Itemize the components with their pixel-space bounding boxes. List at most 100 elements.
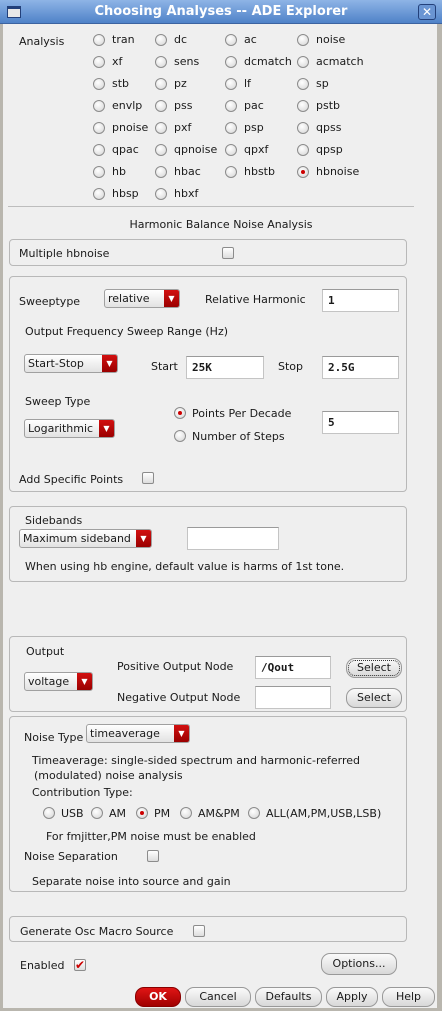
stop-input[interactable]: 2.5G [322,356,399,379]
negative-node-input[interactable] [255,686,331,709]
contribution-radio[interactable] [180,807,192,819]
close-button[interactable]: ✕ [418,4,436,20]
options-button[interactable]: Options... [321,953,397,975]
sweep-type-dropdown[interactable]: Logarithmic ▼ [24,419,115,438]
output-dropdown[interactable]: voltage ▼ [24,672,93,691]
analysis-option-label: hbstb [244,165,275,178]
contribution-radio[interactable] [248,807,260,819]
analysis-radio-qpxf[interactable] [225,144,237,156]
analysis-radio-dc[interactable] [155,34,167,46]
cancel-button[interactable]: Cancel [185,987,251,1007]
analysis-option-label: dc [174,33,188,46]
enabled-checkbox[interactable]: ✔ [74,959,86,971]
noise-description-2: (modulated) noise analysis [34,769,183,782]
analysis-radio-qpss[interactable] [297,122,309,134]
stop-label: Stop [278,360,304,373]
analysis-radio-envlp[interactable] [93,100,105,112]
analysis-radio-pac[interactable] [225,100,237,112]
osc-macro-checkbox[interactable] [193,925,205,937]
analysis-radio-hb[interactable] [93,166,105,178]
analysis-radio-lf[interactable] [225,78,237,90]
sweep-range-value: Start-Stop [28,357,84,370]
sweep-type-label: Sweep Type [25,395,91,408]
add-specific-points-label: Add Specific Points [19,473,124,486]
window-menu-icon[interactable] [7,6,21,18]
defaults-button[interactable]: Defaults [255,987,322,1007]
contribution-radio[interactable] [43,807,55,819]
analysis-radio-hbnoise[interactable] [297,166,309,178]
points-per-decade-input[interactable]: 5 [322,411,399,434]
window-title: Choosing Analyses -- ADE Explorer [94,4,348,19]
enabled-label: Enabled [20,959,65,972]
positive-select-button[interactable]: Select [346,658,402,678]
negative-node-label: Negative Output Node [117,691,241,704]
number-of-steps-label: Number of Steps [192,430,285,443]
apply-button[interactable]: Apply [326,987,378,1007]
analysis-option-label: ac [244,33,257,46]
analysis-radio-hbac[interactable] [155,166,167,178]
sidebands-dropdown[interactable]: Maximum sideband ▼ [19,529,152,548]
analysis-radio-qpsp[interactable] [297,144,309,156]
analysis-option-label: hb [112,165,126,178]
number-of-steps-radio[interactable] [174,430,186,442]
output-value: voltage [28,675,70,688]
analysis-option-label: pss [174,99,193,112]
analysis-radio-dcmatch[interactable] [225,56,237,68]
contribution-radio[interactable] [136,807,148,819]
sweep-range-dropdown[interactable]: Start-Stop ▼ [24,354,118,373]
sidebands-note: When using hb engine, default value is h… [25,560,345,573]
analysis-option-label: pnoise [112,121,149,134]
start-input[interactable]: 25K [186,356,264,379]
analysis-radio-xf[interactable] [93,56,105,68]
add-specific-points-checkbox[interactable] [142,472,154,484]
analysis-radio-stb[interactable] [93,78,105,90]
analysis-radio-tran[interactable] [93,34,105,46]
sweep-range-label: Output Frequency Sweep Range (Hz) [25,325,229,338]
chevron-down-icon: ▼ [174,725,189,742]
fmjitter-note: For fmjitter,PM noise must be enabled [46,830,256,843]
analysis-radio-pz[interactable] [155,78,167,90]
analysis-option-label: sens [174,55,200,68]
contribution-radio[interactable] [91,807,103,819]
separator [8,206,414,207]
chevron-down-icon: ▼ [102,355,117,372]
analysis-label: Analysis [19,35,65,48]
analysis-radio-pss[interactable] [155,100,167,112]
analysis-radio-qpnoise[interactable] [155,144,167,156]
analysis-option-label: qpnoise [174,143,218,156]
analysis-radio-qpac[interactable] [93,144,105,156]
analysis-radio-hbxf[interactable] [155,188,167,200]
analysis-radio-hbstb[interactable] [225,166,237,178]
relative-harmonic-input[interactable]: 1 [322,289,399,312]
analysis-option-label: tran [112,33,135,46]
analysis-radio-sp[interactable] [297,78,309,90]
output-label: Output [26,645,65,658]
chevron-down-icon: ▼ [136,530,151,547]
help-button[interactable]: Help [382,987,435,1007]
analysis-option-label: qpxf [244,143,269,156]
noise-type-dropdown[interactable]: timeaverage ▼ [86,724,190,743]
noise-separation-note: Separate noise into source and gain [32,875,231,888]
analysis-option-label: acmatch [316,55,364,68]
multiple-hbnoise-checkbox[interactable] [222,247,234,259]
points-per-decade-radio[interactable] [174,407,186,419]
noise-type-value: timeaverage [90,727,160,740]
analysis-radio-psp[interactable] [225,122,237,134]
noise-separation-checkbox[interactable] [147,850,159,862]
analysis-radio-ac[interactable] [225,34,237,46]
contribution-type-label: Contribution Type: [32,786,133,799]
sweeptype-dropdown[interactable]: relative ▼ [104,289,180,308]
analysis-option-label: qpsp [316,143,343,156]
sidebands-input[interactable] [187,527,279,550]
negative-select-button[interactable]: Select [346,688,402,708]
analysis-radio-pnoise[interactable] [93,122,105,134]
analysis-radio-hbsp[interactable] [93,188,105,200]
ok-button[interactable]: OK [135,987,181,1007]
analysis-option-label: noise [316,33,346,46]
analysis-radio-noise[interactable] [297,34,309,46]
analysis-radio-pxf[interactable] [155,122,167,134]
analysis-radio-sens[interactable] [155,56,167,68]
positive-node-input[interactable]: /Qout [255,656,331,679]
analysis-radio-pstb[interactable] [297,100,309,112]
analysis-radio-acmatch[interactable] [297,56,309,68]
